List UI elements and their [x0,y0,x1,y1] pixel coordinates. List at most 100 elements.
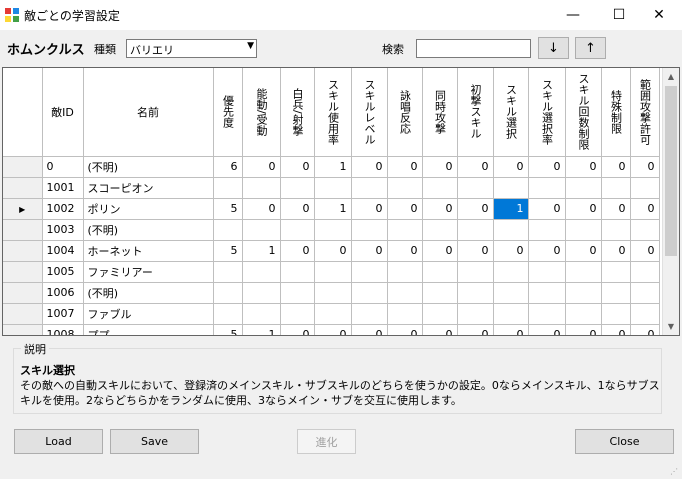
grid-cell[interactable]: 0 [565,324,602,335]
grid-cell[interactable] [630,261,660,283]
grid-cell[interactable] [630,282,660,304]
grid-cell[interactable]: 0 [387,240,423,262]
grid-cell[interactable]: 0 [351,324,388,335]
grid-cell[interactable] [351,282,388,304]
column-header[interactable]: 範囲攻撃許可 [630,68,660,157]
column-header[interactable]: スキル回数制限 [565,68,602,157]
grid-cell[interactable]: 0 [422,324,458,335]
grid-cell[interactable]: 1004 [42,240,84,262]
grid-cell[interactable]: 0 [280,240,315,262]
grid-cell[interactable]: 0 [422,198,458,220]
grid-cell[interactable] [493,303,529,325]
grid-cell[interactable]: 0 [42,156,84,178]
grid-cell[interactable]: 1001 [42,177,84,199]
table-row[interactable]: ▶ 1002 ポリン 5 0 0 1 0 0 0 0 1 0 0 0 0 [3,198,660,220]
grid-cell[interactable]: ポリン [83,198,214,220]
grid-cell[interactable]: 0 [601,324,631,335]
column-header[interactable]: 白兵/射撃 [280,68,315,157]
row-header[interactable]: ▶ [3,198,43,220]
grid-cell[interactable]: 5 [213,324,243,335]
grid-cell[interactable] [565,282,602,304]
save-button[interactable]: Save [110,429,199,454]
grid-cell[interactable] [213,303,243,325]
grid-cell[interactable] [601,282,631,304]
grid-cell[interactable] [213,282,243,304]
grid-cell[interactable] [314,177,352,199]
grid-cell[interactable]: 0 [565,240,602,262]
column-header[interactable]: 特殊制限 [601,68,631,157]
grid-cell[interactable]: 0 [387,198,423,220]
grid-cell[interactable] [601,303,631,325]
grid-cell[interactable]: (不明) [83,282,214,304]
scroll-down-icon[interactable]: ▼ [663,318,679,335]
grid-cell[interactable]: 1 [314,198,352,220]
vertical-scrollbar[interactable]: ▲ ▼ [662,68,679,335]
grid-cell[interactable] [630,177,660,199]
grid-cell[interactable]: 0 [493,324,529,335]
grid-cell[interactable] [314,219,352,241]
table-row[interactable]: 1007 ファブル [3,303,660,325]
close-button[interactable]: Close [575,429,674,454]
grid-cell[interactable]: 0 [601,240,631,262]
grid-cell[interactable] [422,177,458,199]
grid-cell[interactable]: 1002 [42,198,84,220]
grid-cell[interactable]: 0 [630,324,660,335]
grid-cell[interactable]: 0 [242,156,281,178]
grid-cell[interactable] [242,303,281,325]
kind-select[interactable]: バリエリ ▼ [126,39,257,58]
grid-cell[interactable]: ファブル [83,303,214,325]
scroll-up-icon[interactable]: ▲ [663,68,679,85]
grid-cell[interactable] [213,261,243,283]
grid-cell[interactable]: 0 [630,198,660,220]
grid-cell[interactable] [565,177,602,199]
grid-cell[interactable]: 0 [457,156,494,178]
grid-cell[interactable] [213,177,243,199]
grid-cell[interactable]: 1007 [42,303,84,325]
grid-cell[interactable] [280,282,315,304]
row-header[interactable] [3,282,43,304]
minimize-button[interactable]: — [550,0,596,30]
grid-cell[interactable] [351,261,388,283]
grid-cell[interactable]: 6 [213,156,243,178]
row-header[interactable] [3,303,43,325]
grid-cell[interactable] [528,219,566,241]
grid-cell[interactable] [422,282,458,304]
grid-cell[interactable]: 0 [630,156,660,178]
column-header[interactable]: スキル選択率 [528,68,566,157]
grid-cell[interactable]: 0 [601,156,631,178]
grid-cell[interactable]: 1 [242,240,281,262]
grid-cell[interactable]: 0 [493,240,529,262]
grid-cell[interactable]: 1 [314,156,352,178]
grid-cell[interactable] [242,261,281,283]
grid-cell[interactable] [387,219,423,241]
grid-cell[interactable] [387,303,423,325]
grid-cell[interactable] [351,219,388,241]
grid-cell[interactable]: 0 [422,156,458,178]
grid-cell[interactable] [601,177,631,199]
grid-cell[interactable] [242,282,281,304]
table-row[interactable]: 1001 スコーピオン [3,177,660,199]
grid-cell[interactable] [528,177,566,199]
grid-cell[interactable] [457,282,494,304]
grid-cell[interactable]: 0 [422,240,458,262]
grid-cell[interactable] [387,177,423,199]
grid-cell[interactable] [422,261,458,283]
grid-cell[interactable] [213,219,243,241]
grid-cell[interactable] [601,219,631,241]
grid-cell[interactable]: ププ [83,324,214,335]
grid-cell[interactable]: 0 [242,198,281,220]
grid-cell[interactable]: 1003 [42,219,84,241]
grid-cell[interactable] [565,219,602,241]
grid-cell[interactable] [528,303,566,325]
table-row[interactable]: 1006 (不明) [3,282,660,304]
column-header[interactable]: 能動/受動 [242,68,281,157]
grid-cell[interactable]: 0 [457,240,494,262]
grid-cell[interactable] [565,261,602,283]
grid-cell[interactable]: 0 [280,156,315,178]
table-row[interactable]: 1008 ププ 5 1 0 0 0 0 0 0 0 0 0 0 0 [3,324,660,335]
grid-cell[interactable] [528,282,566,304]
grid-cell[interactable] [387,261,423,283]
grid-cell[interactable]: 0 [457,198,494,220]
column-header[interactable]: 同時攻撃 [422,68,458,157]
row-header[interactable] [3,219,43,241]
